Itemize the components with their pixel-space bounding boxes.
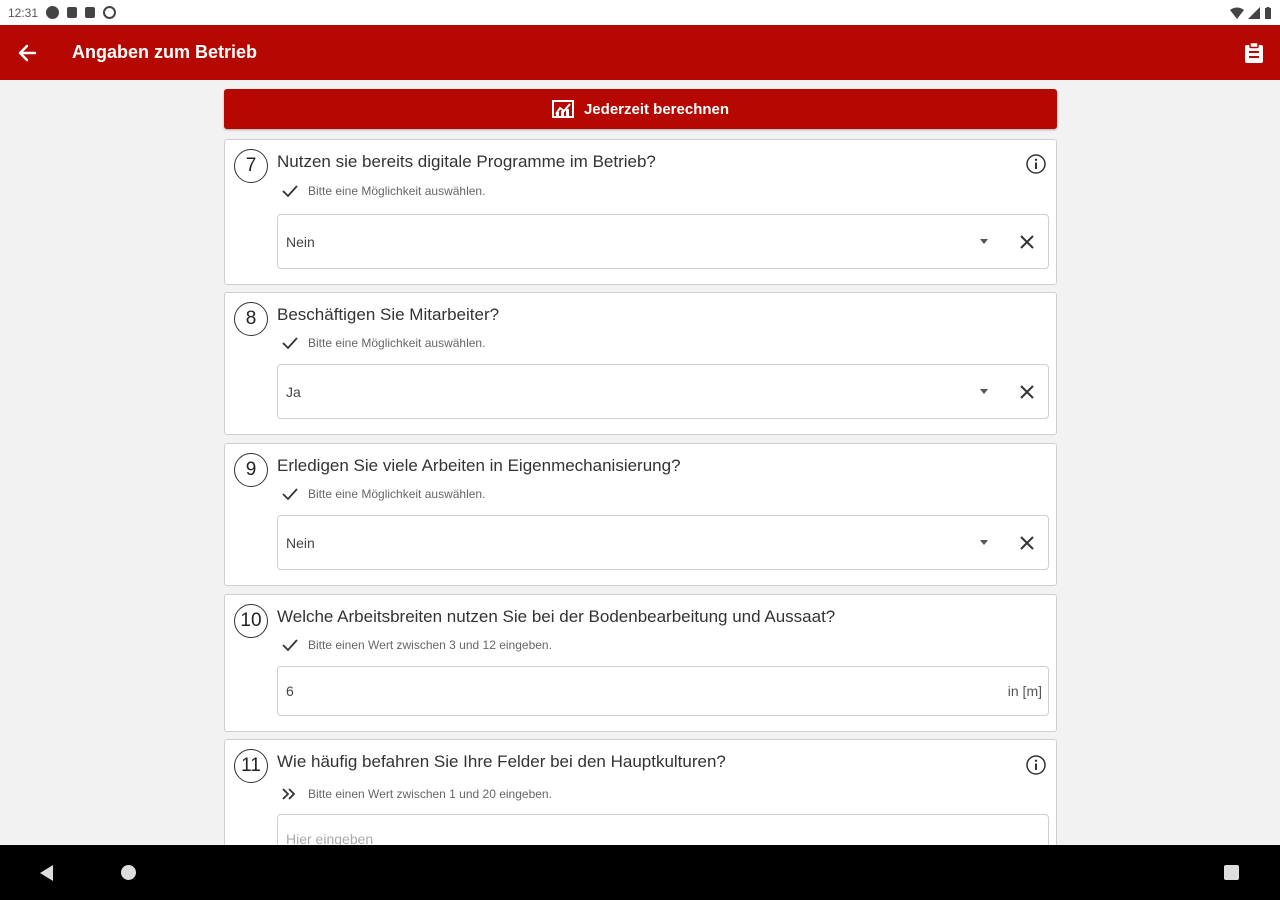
notification-gallery-icon [67,7,78,18]
notification-sd-card-icon [85,7,96,18]
question-text: Nutzen sie bereits digitale Programme im… [277,152,656,171]
question-card-9: 9 Erledigen Sie viele Arbeiten in Eigenm… [224,443,1057,586]
content-area: Jederzeit berechnen 7 Nutzen sie bereits… [0,80,1280,845]
question-number: 7 [234,149,268,183]
dropdown-arrow-icon[interactable] [980,540,988,545]
input-placeholder: Hier eingeben [286,831,374,845]
info-icon[interactable] [1025,153,1047,175]
question-hint: Bitte einen Wert zwischen 3 und 12 einge… [281,638,552,652]
close-icon[interactable] [1018,233,1036,251]
check-icon [282,185,298,198]
nav-home-icon[interactable] [121,865,136,880]
question-card-7: 7 Nutzen sie bereits digitale Programme … [224,139,1057,285]
app-bar: Angaben zum Betrieb [0,25,1280,80]
question-text: Erledigen Sie viele Arbeiten in Eigenmec… [277,456,681,475]
number-input[interactable]: 6 in [m] [277,666,1049,716]
select-value: Nein [286,534,315,551]
notification-a-icon [46,6,60,19]
select-field[interactable]: Nein [277,515,1049,570]
question-number: 8 [234,302,268,336]
navigation-bar [0,845,1280,900]
question-card-8: 8 Beschäftigen Sie Mitarbeiter? Bitte ei… [224,292,1057,435]
status-bar: 12:31 [0,0,1280,25]
battery-icon [1265,6,1271,19]
dropdown-arrow-icon[interactable] [980,239,988,244]
check-icon [282,488,298,501]
close-icon[interactable] [1018,383,1036,401]
status-time: 12:31 [8,5,39,20]
clipboard-icon [1245,42,1263,63]
dropdown-arrow-icon[interactable] [980,389,988,394]
question-hint: Bitte eine Möglichkeit auswählen. [281,336,485,350]
check-icon [282,337,298,350]
question-card-10: 10 Welche Arbeitsbreiten nutzen Sie bei … [224,594,1057,732]
question-hint: Bitte eine Möglichkeit auswählen. [281,184,485,198]
hint-text: Bitte einen Wert zwischen 1 und 20 einge… [308,787,552,801]
back-button[interactable] [0,25,54,80]
hint-text: Bitte eine Möglichkeit auswählen. [308,184,486,198]
calculate-button-label: Jederzeit berechnen [583,100,730,118]
question-hint: Bitte einen Wert zwischen 1 und 20 einge… [281,787,552,801]
chart-icon [551,100,574,118]
question-text: Welche Arbeitsbreiten nutzen Sie bei der… [277,607,836,626]
hint-text: Bitte eine Möglichkeit auswählen. [308,336,486,350]
wifi-icon [1230,7,1244,19]
number-input[interactable]: Hier eingeben [277,814,1049,845]
select-field[interactable]: Nein [277,214,1049,269]
select-value: Nein [286,233,315,250]
double-chevron-right-icon [282,788,296,800]
select-field[interactable]: Ja [277,364,1049,419]
nav-recent-apps-icon[interactable] [1224,865,1239,880]
question-hint: Bitte eine Möglichkeit auswählen. [281,487,485,501]
page-title: Angaben zum Betrieb [72,42,258,62]
hint-text: Bitte einen Wert zwischen 3 und 12 einge… [308,638,552,652]
notification-sync-icon [103,6,117,19]
hint-text: Bitte eine Möglichkeit auswählen. [308,487,486,501]
question-number: 11 [234,749,268,783]
nav-back-icon[interactable] [40,865,53,881]
question-text: Wie häufig befahren Sie Ihre Felder bei … [277,752,726,771]
arrow-left-icon [18,44,37,61]
input-value: 6 [286,683,294,699]
info-icon[interactable] [1025,754,1047,776]
question-card-11: 11 Wie häufig befahren Sie Ihre Felder b… [224,739,1057,845]
clipboard-button[interactable] [1242,41,1266,65]
check-icon [282,639,298,652]
question-number: 9 [234,453,268,487]
signal-icon [1248,6,1260,19]
select-value: Ja [286,383,301,400]
question-text: Beschäftigen Sie Mitarbeiter? [277,305,500,324]
calculate-button[interactable]: Jederzeit berechnen [224,89,1057,129]
close-icon[interactable] [1018,534,1036,552]
question-number: 10 [234,604,268,638]
unit-label: in [m] [1007,683,1042,699]
